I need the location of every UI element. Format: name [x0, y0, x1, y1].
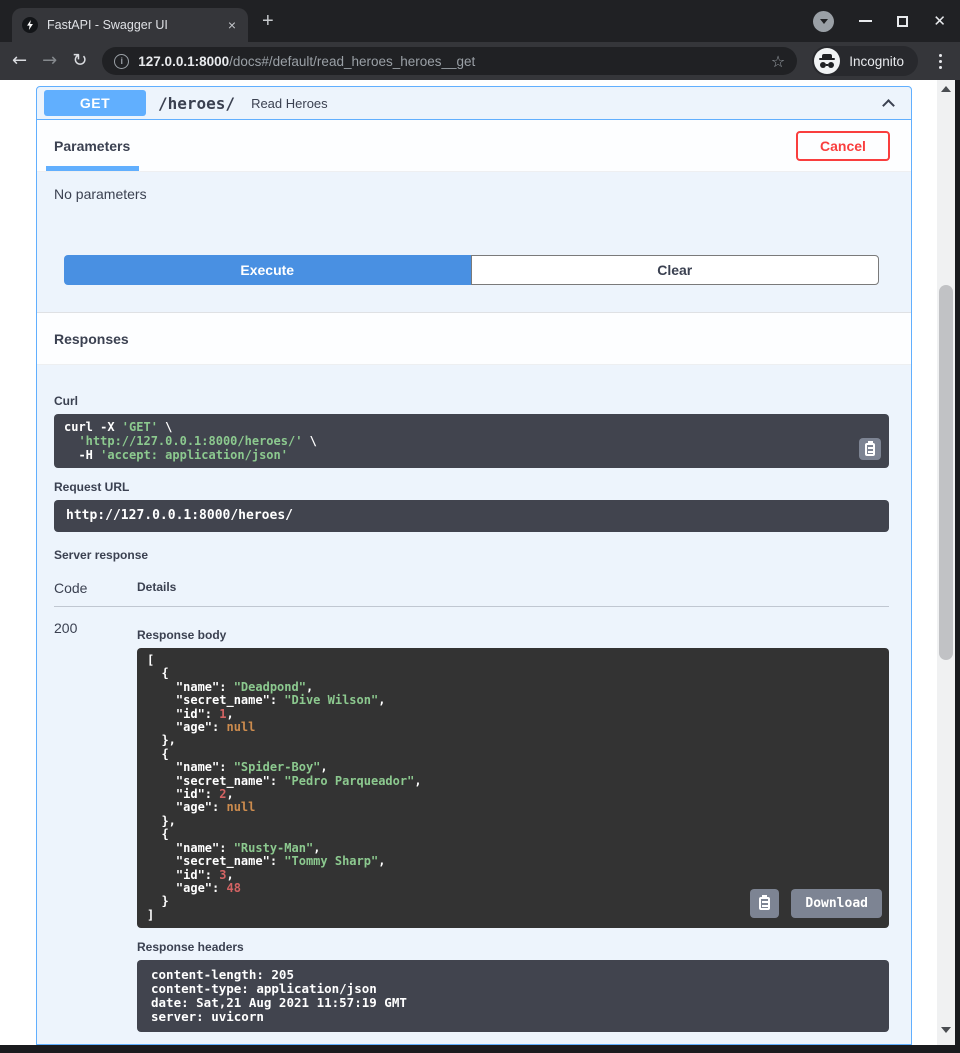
- response-headers-label: Response headers: [137, 940, 889, 954]
- response-row: 200 Response body [ { "name": "Deadpond"…: [54, 607, 889, 1032]
- page-scrollbar[interactable]: [937, 80, 955, 1045]
- response-details: Response body [ { "name": "Deadpond", "s…: [137, 620, 889, 1032]
- url-host: 127.0.0.1:8000: [138, 54, 229, 69]
- response-table-header: Code Details: [54, 568, 889, 607]
- url-path: /docs#/default/read_heroes_heroes__get: [229, 54, 475, 69]
- scrollbar-up-arrow-icon[interactable]: [941, 86, 951, 92]
- response-body-actions: Download: [750, 889, 882, 918]
- status-code: 200: [54, 620, 137, 1032]
- url-text: 127.0.0.1:8000/docs#/default/read_heroes…: [138, 54, 762, 69]
- copy-curl-button[interactable]: [859, 438, 881, 460]
- site-info-icon[interactable]: i: [114, 54, 129, 69]
- scrollbar-down-arrow-icon[interactable]: [941, 1027, 951, 1033]
- curl-label: Curl: [54, 394, 889, 408]
- incognito-icon: [814, 48, 840, 74]
- parameters-header: Parameters Cancel: [37, 120, 911, 172]
- response-body-code: [ { "name": "Deadpond", "secret_name": "…: [147, 653, 422, 922]
- copy-response-button[interactable]: [750, 889, 779, 918]
- responses-header: Responses: [37, 312, 911, 365]
- responses-title: Responses: [54, 331, 129, 347]
- server-response-label: Server response: [54, 548, 889, 562]
- execute-button[interactable]: Execute: [64, 255, 471, 285]
- responses-body: Curl curl -X 'GET' \ 'http://127.0.0.1:8…: [37, 365, 911, 1032]
- curl-code: curl -X 'GET' \ 'http://127.0.0.1:8000/h…: [54, 414, 889, 468]
- browser-tab[interactable]: FastAPI - Swagger UI ×: [12, 8, 248, 42]
- new-tab-button[interactable]: +: [262, 11, 274, 31]
- response-body-label: Response body: [137, 628, 889, 642]
- forward-button[interactable]: →: [42, 52, 57, 70]
- fastapi-favicon-icon: [22, 17, 38, 33]
- active-tab-underline: [46, 166, 139, 171]
- chevron-down-icon: [820, 19, 828, 24]
- code-column-header: Code: [54, 580, 137, 596]
- incognito-label: Incognito: [849, 54, 904, 69]
- request-url-code: http://127.0.0.1:8000/heroes/: [54, 500, 889, 532]
- operation-summary[interactable]: GET /heroes/ Read Heroes: [37, 87, 911, 120]
- endpoint-path: /heroes/: [158, 94, 235, 113]
- cancel-button[interactable]: Cancel: [796, 131, 890, 161]
- request-url-label: Request URL: [54, 480, 889, 494]
- endpoint-summary: Read Heroes: [251, 96, 884, 111]
- window-bottom-edge: [0, 1045, 960, 1053]
- details-column-header: Details: [137, 580, 889, 596]
- execute-row: Execute Clear: [64, 255, 879, 285]
- download-button[interactable]: Download: [791, 889, 882, 918]
- browser-toolbar: ← → ↻ i 127.0.0.1:8000/docs#/default/rea…: [0, 42, 960, 80]
- method-badge: GET: [44, 90, 146, 116]
- operation-block-get-heroes: GET /heroes/ Read Heroes Parameters Canc…: [36, 86, 912, 1045]
- tab-search-button[interactable]: [813, 11, 834, 32]
- clipboard-icon: [759, 897, 770, 910]
- tab-parameters[interactable]: Parameters: [54, 138, 130, 154]
- reload-button[interactable]: ↻: [72, 52, 87, 70]
- bookmark-star-icon[interactable]: ☆: [771, 52, 785, 71]
- response-headers-code: content-length: 205 content-type: applic…: [137, 960, 889, 1032]
- tab-title: FastAPI - Swagger UI: [47, 18, 226, 32]
- tab-strip: FastAPI - Swagger UI × + ✕: [0, 0, 960, 42]
- maximize-button[interactable]: [897, 16, 908, 27]
- browser-menu-button[interactable]: [939, 60, 942, 63]
- swagger-page: GET /heroes/ Read Heroes Parameters Canc…: [0, 80, 937, 1045]
- chevron-up-icon[interactable]: [882, 99, 895, 112]
- back-button[interactable]: ←: [12, 52, 27, 70]
- tab-close-icon[interactable]: ×: [226, 18, 238, 32]
- close-window-button[interactable]: ✕: [933, 14, 946, 29]
- window-controls: ✕: [813, 0, 960, 42]
- address-bar[interactable]: i 127.0.0.1:8000/docs#/default/read_hero…: [102, 47, 797, 75]
- minimize-button[interactable]: [859, 20, 872, 22]
- response-body-block: [ { "name": "Deadpond", "secret_name": "…: [137, 648, 889, 928]
- clear-button[interactable]: Clear: [471, 255, 880, 285]
- scrollbar-thumb[interactable]: [939, 285, 953, 660]
- window-right-edge: [955, 80, 960, 1053]
- no-parameters-text: No parameters: [37, 172, 911, 255]
- clipboard-icon: [865, 443, 875, 456]
- curl-code-text: curl -X 'GET' \ 'http://127.0.0.1:8000/h…: [64, 420, 317, 462]
- incognito-badge: Incognito: [812, 46, 918, 76]
